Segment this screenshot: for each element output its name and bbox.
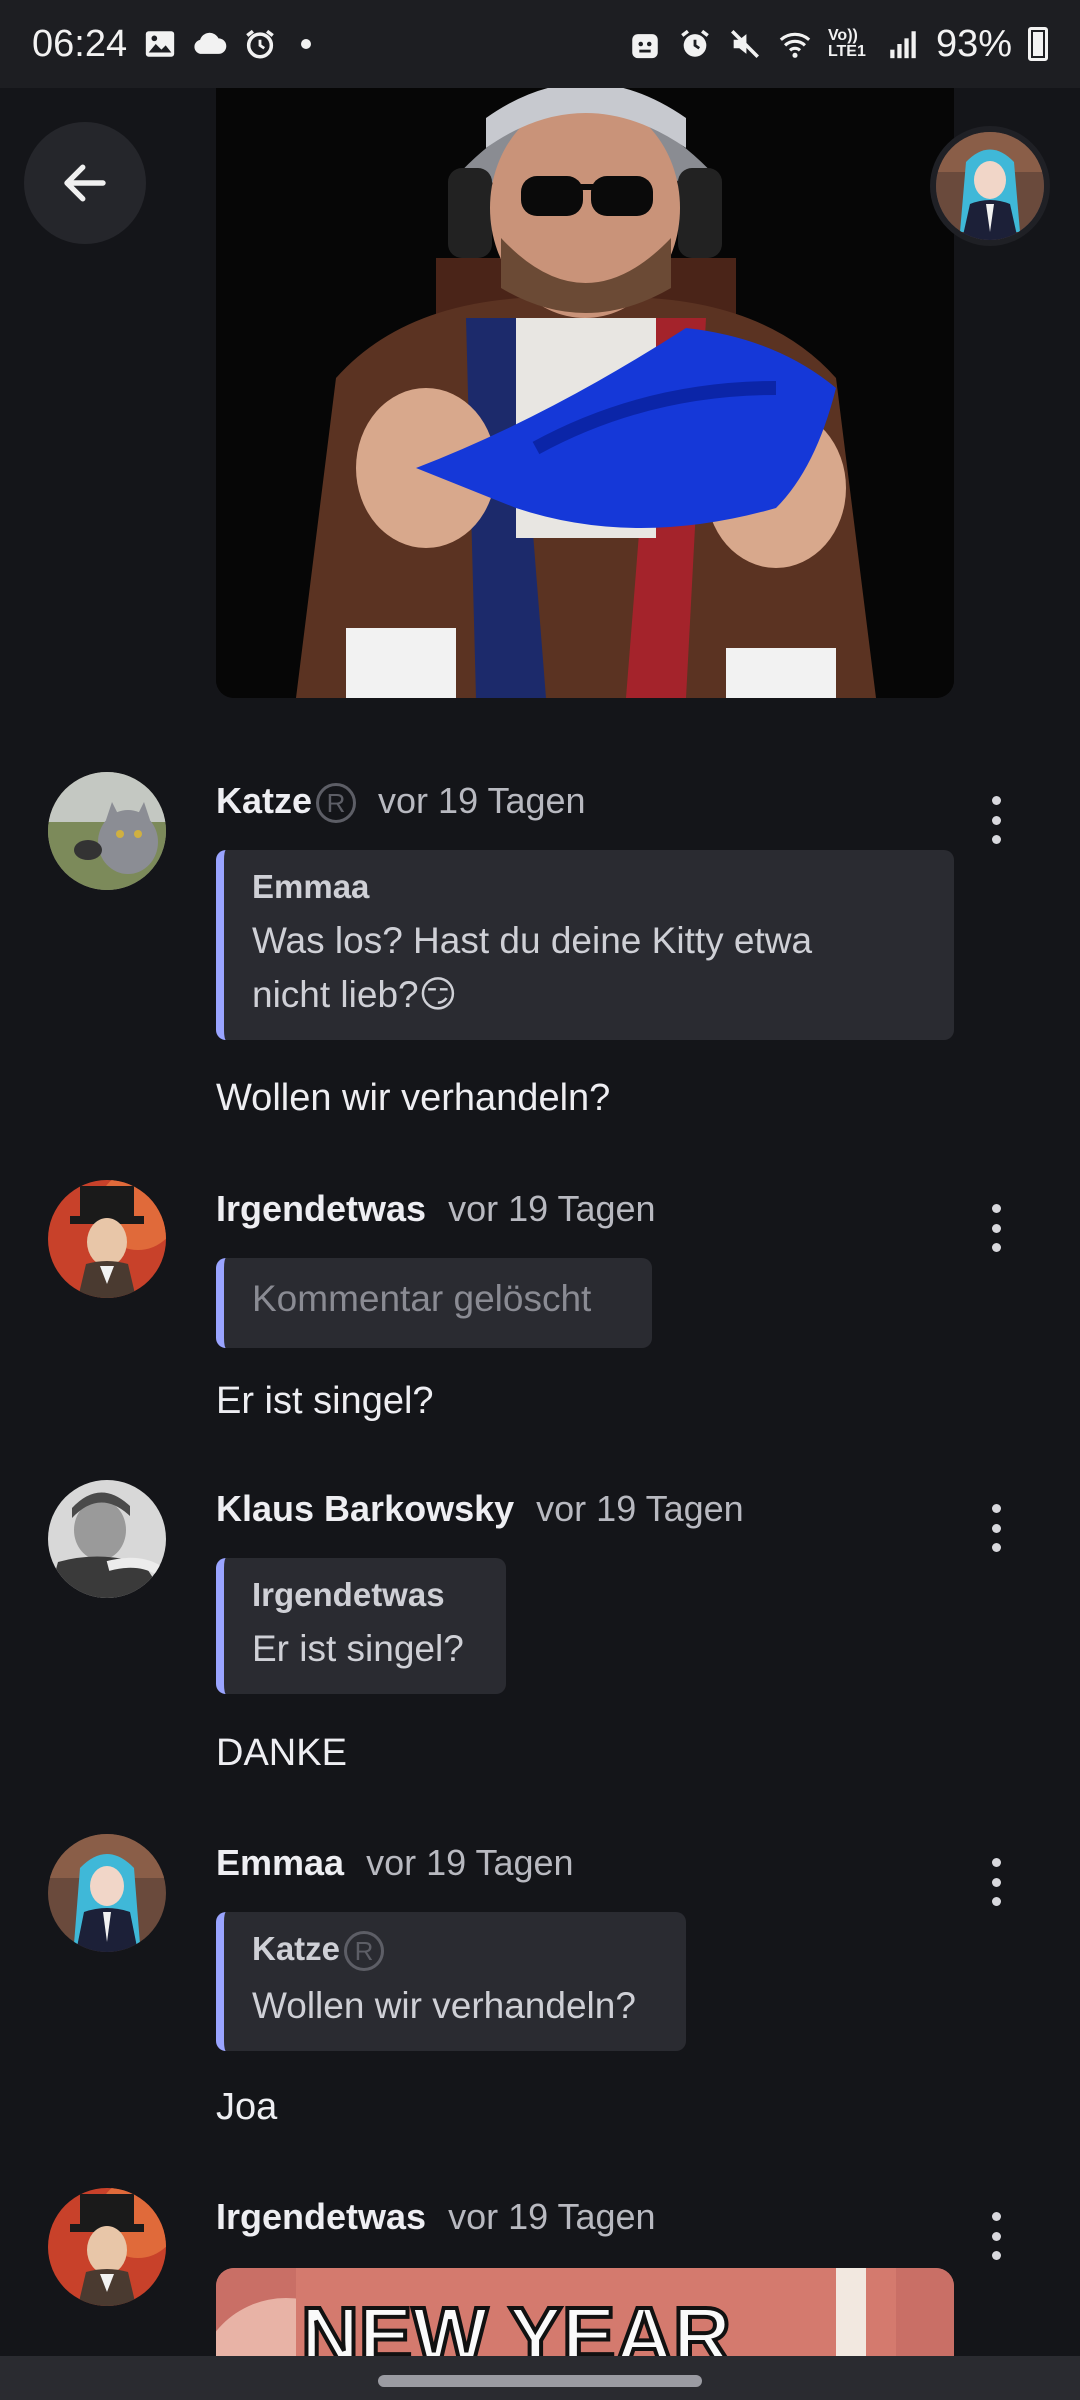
back-button[interactable] xyxy=(24,122,146,244)
cat-avatar-image xyxy=(48,772,166,890)
quote-author: Katze R xyxy=(252,1930,658,1972)
battery-icon xyxy=(1028,27,1048,61)
smirk-emoji-icon: 😏 xyxy=(418,974,458,1015)
avatar[interactable] xyxy=(48,1180,166,1298)
comment-text: Joa xyxy=(216,2086,278,2128)
battery-percent: 93% xyxy=(935,22,1012,65)
comment-time: vor 19 Tagen xyxy=(448,2196,656,2237)
quote-text: Was los? Hast du deine Kitty etwa nicht … xyxy=(252,914,926,1022)
quote-author: Emmaa xyxy=(252,868,370,905)
top-hat-avatar-image xyxy=(48,1180,166,1298)
avatar[interactable] xyxy=(48,1834,166,1952)
registered-badge-icon: R xyxy=(344,1931,385,1972)
quoted-comment[interactable]: Kommentar gelöscht xyxy=(216,1258,652,1348)
comment-text: Er ist singel? xyxy=(216,1380,434,1422)
status-left: 06:24 xyxy=(32,22,312,66)
alarm-status-icon xyxy=(681,29,709,57)
quoted-comment[interactable]: Emmaa Was los? Hast du deine Kitty etwa … xyxy=(216,850,954,1040)
status-bar: 06:24 Vo)) LTE1 93% xyxy=(0,0,1080,88)
comment-author[interactable]: Katze R xyxy=(216,780,357,824)
bw-portrait-avatar-image xyxy=(48,1480,166,1598)
gif-image xyxy=(216,88,954,698)
comment-author[interactable]: Irgendetwas xyxy=(216,2196,426,2238)
signal-icon xyxy=(890,31,916,59)
home-gesture-handle[interactable] xyxy=(378,2375,702,2387)
cloud-icon xyxy=(194,32,227,54)
android-icon xyxy=(632,34,658,59)
quote-text: Wollen wir verhandeln? xyxy=(252,1985,636,2027)
status-right: Vo)) LTE1 93% xyxy=(628,23,1048,66)
comment-author[interactable]: Emmaa xyxy=(216,1842,344,1884)
gif-media[interactable] xyxy=(216,88,954,698)
profile-avatar[interactable] xyxy=(936,132,1044,240)
comment-header: Irgendetwas vor 19 Tagen xyxy=(216,1188,656,1230)
comment-header: Katze R vor 19 Tagen xyxy=(216,780,586,824)
comment-text: DANKE xyxy=(216,1732,347,1774)
more-options-button[interactable] xyxy=(976,796,1016,844)
more-options-button[interactable] xyxy=(976,1504,1016,1552)
comment-time: vor 19 Tagen xyxy=(536,1488,744,1529)
deleted-comment-label: Kommentar gelöscht xyxy=(252,1278,592,1319)
gallery-icon xyxy=(145,31,175,57)
quote-author-name: Katze xyxy=(252,1930,341,1967)
comment-author[interactable]: Klaus Barkowsky xyxy=(216,1488,514,1530)
wifi-icon xyxy=(779,32,811,58)
quoted-comment[interactable]: Irgendetwas Er ist singel? xyxy=(216,1558,506,1694)
more-options-button[interactable] xyxy=(976,1858,1016,1906)
registered-badge-icon: R xyxy=(316,783,357,824)
comment-author[interactable]: Irgendetwas xyxy=(216,1188,426,1230)
mute-icon xyxy=(730,29,759,59)
quoted-comment[interactable]: Katze R Wollen wir verhandeln? xyxy=(216,1912,686,2052)
avatar[interactable] xyxy=(48,772,166,890)
status-time: 06:24 xyxy=(32,22,128,65)
anime-avatar-image xyxy=(936,132,1044,240)
quote-author: Irgendetwas xyxy=(252,1576,445,1613)
avatar[interactable] xyxy=(48,1480,166,1598)
alarm-icon xyxy=(246,29,274,59)
quote-text-line: Was los? Hast du deine Kitty etwa xyxy=(252,920,813,961)
notification-dot-icon xyxy=(301,39,312,49)
more-options-button[interactable] xyxy=(976,1204,1016,1252)
top-hat-avatar-image xyxy=(48,2188,166,2306)
comment-header: Irgendetwas vor 19 Tagen xyxy=(216,2196,656,2238)
comment-time: vor 19 Tagen xyxy=(366,1842,574,1883)
anime-avatar-image xyxy=(48,1834,166,1952)
quote-text-line: nicht lieb? xyxy=(252,974,419,1015)
author-name: Katze xyxy=(216,780,313,821)
comment-time: vor 19 Tagen xyxy=(378,780,586,821)
quote-text: Er ist singel? xyxy=(252,1628,464,1669)
more-options-button[interactable] xyxy=(976,2212,1016,2260)
avatar[interactable] xyxy=(48,2188,166,2306)
comment-header: Emmaa vor 19 Tagen xyxy=(216,1842,574,1884)
arrow-left-icon xyxy=(64,164,106,202)
comment-text: Wollen wir verhandeln? xyxy=(216,1077,611,1119)
comment-header: Klaus Barkowsky vor 19 Tagen xyxy=(216,1488,744,1530)
lte-label: Vo)) LTE1 xyxy=(827,27,866,60)
comment-time: vor 19 Tagen xyxy=(448,1188,656,1229)
